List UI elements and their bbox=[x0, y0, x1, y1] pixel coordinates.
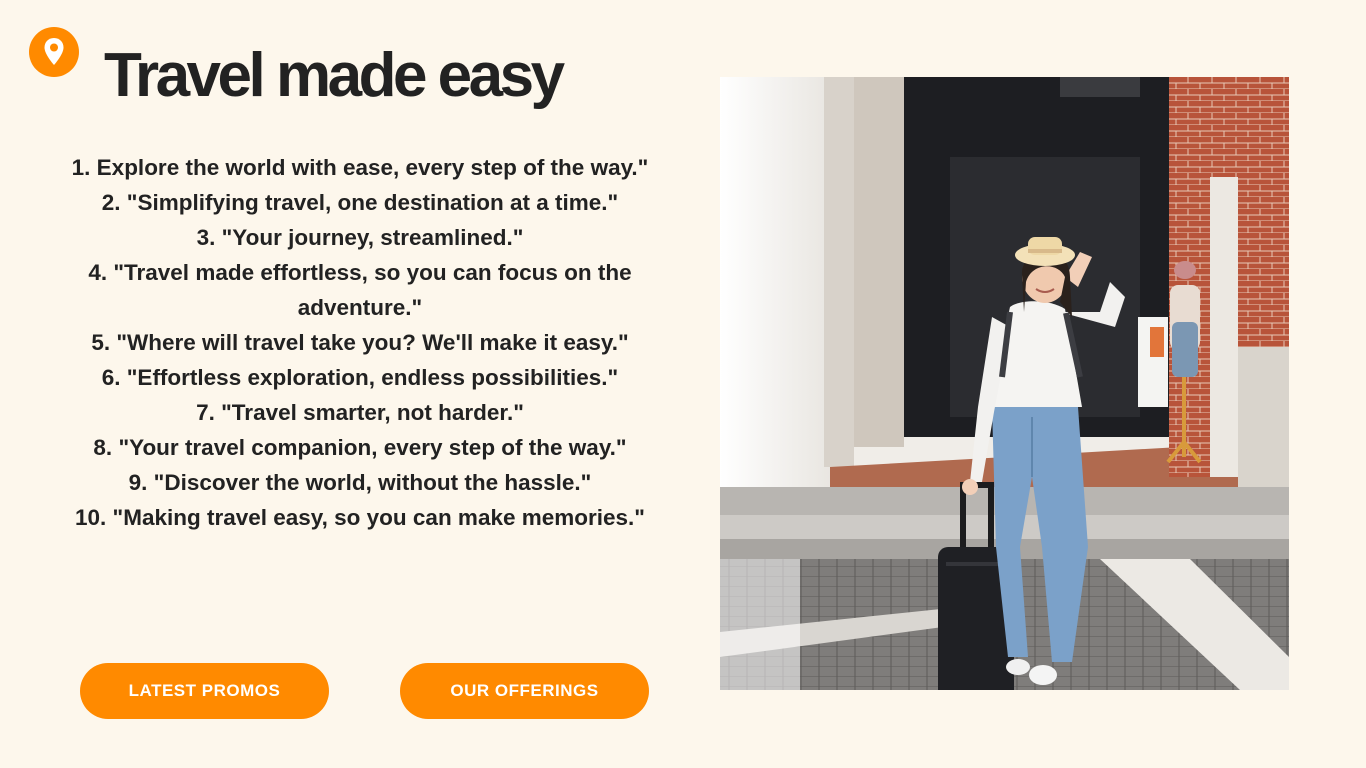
list-item: 4. "Travel made effortless, so you can f… bbox=[88, 260, 632, 320]
slogan-list: 1. Explore the world with ease, every st… bbox=[34, 150, 686, 535]
list-item: 1. Explore the world with ease, every st… bbox=[71, 155, 649, 180]
map-pin-icon bbox=[29, 27, 79, 77]
list-item: 6. "Effortless exploration, endless poss… bbox=[101, 365, 619, 390]
list-item: 7. "Travel smarter, not harder." bbox=[196, 400, 524, 425]
traveler-photo bbox=[720, 77, 1289, 690]
list-item: 3. "Your journey, streamlined." bbox=[196, 225, 524, 250]
list-item: 5. "Where will travel take you? We'll ma… bbox=[91, 330, 629, 355]
list-item: 2. "Simplifying travel, one destination … bbox=[101, 190, 619, 215]
latest-promos-button[interactable]: LATEST PROMOS bbox=[80, 663, 329, 719]
list-item: 9. "Discover the world, without the hass… bbox=[128, 470, 592, 495]
page-title: Travel made easy bbox=[104, 41, 565, 110]
our-offerings-button[interactable]: OUR OFFERINGS bbox=[400, 663, 649, 719]
list-item: 8. "Your travel companion, every step of… bbox=[93, 435, 627, 460]
list-item: 10. "Making travel easy, so you can make… bbox=[75, 505, 645, 530]
